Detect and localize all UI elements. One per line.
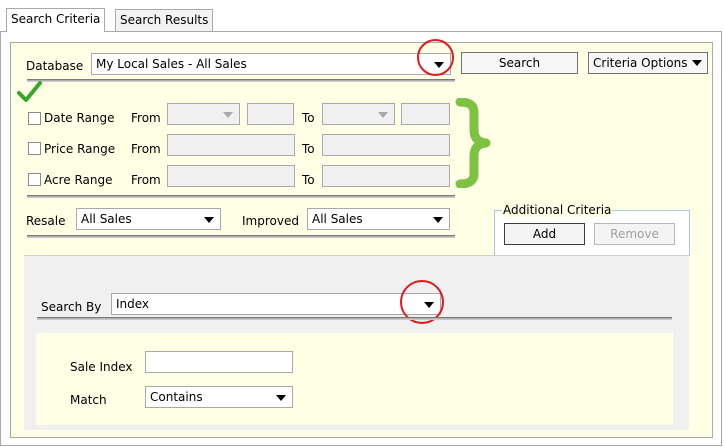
search-by-value: Index [116,297,150,311]
date-range-checkbox[interactable] [28,112,41,125]
resale-value: All Sales [81,212,132,226]
improved-value: All Sales [312,212,363,226]
acre-to-input[interactable] [322,165,450,187]
match-select[interactable]: Contains [145,386,293,408]
price-to-input[interactable] [322,134,450,156]
date-from-select[interactable] [167,103,240,125]
remove-criteria-button[interactable]: Remove [594,223,675,245]
database-label: Database [26,59,84,73]
match-value: Contains [150,390,203,404]
date-to-label: To [302,111,315,125]
highlight-circle-database [417,39,454,76]
price-range-checkbox[interactable] [28,142,41,155]
divider-database [27,79,455,82]
curly-brace-icon [455,98,491,188]
acre-to-label: To [302,173,315,187]
chevron-down-icon[interactable] [276,395,286,401]
match-label: Match [70,393,107,407]
date-to-select[interactable] [322,103,395,125]
search-by-label: Search By [41,300,102,314]
price-from-label: From [131,142,161,156]
acre-range-label: Acre Range [44,173,113,187]
acre-range-checkbox[interactable] [28,173,41,186]
tab-search-criteria[interactable]: Search Criteria [6,8,106,32]
search-by-select[interactable]: Index [111,293,441,315]
resale-select[interactable]: All Sales [76,208,221,230]
checkmark-icon [17,81,42,102]
chevron-down-icon[interactable] [433,217,443,223]
date-to-time[interactable] [401,103,450,125]
price-from-input[interactable] [167,134,295,156]
date-from-label: From [131,111,161,125]
price-to-label: To [302,142,315,156]
search-button[interactable]: Search [461,52,578,74]
improved-select[interactable]: All Sales [307,208,450,230]
divider-resale [27,235,455,238]
sale-index-input[interactable] [145,351,293,373]
improved-label: Improved [242,214,299,228]
caret-down-icon [692,60,702,66]
tab-search-results[interactable]: Search Results [115,9,214,31]
acre-from-label: From [131,173,161,187]
resale-label: Resale [26,214,66,228]
chevron-down-icon[interactable] [204,217,214,223]
date-range-label: Date Range [44,111,115,125]
sale-index-label: Sale Index [70,360,133,374]
database-select[interactable]: My Local Sales - All Sales [91,53,451,75]
price-range-label: Price Range [44,142,116,156]
add-criteria-button[interactable]: Add [504,223,585,245]
chevron-down-icon [378,112,388,118]
divider-ranges [27,195,455,198]
search-by-fields-panel [36,333,673,425]
chevron-down-icon [223,112,233,118]
criteria-options-button[interactable]: Criteria Options [588,52,708,74]
acre-from-input[interactable] [167,165,295,187]
criteria-options-label: Criteria Options [593,56,688,70]
additional-criteria-legend: Additional Criteria [502,203,613,217]
divider-search-by [37,317,672,320]
date-from-time[interactable] [247,103,294,125]
database-value: My Local Sales - All Sales [96,57,247,71]
